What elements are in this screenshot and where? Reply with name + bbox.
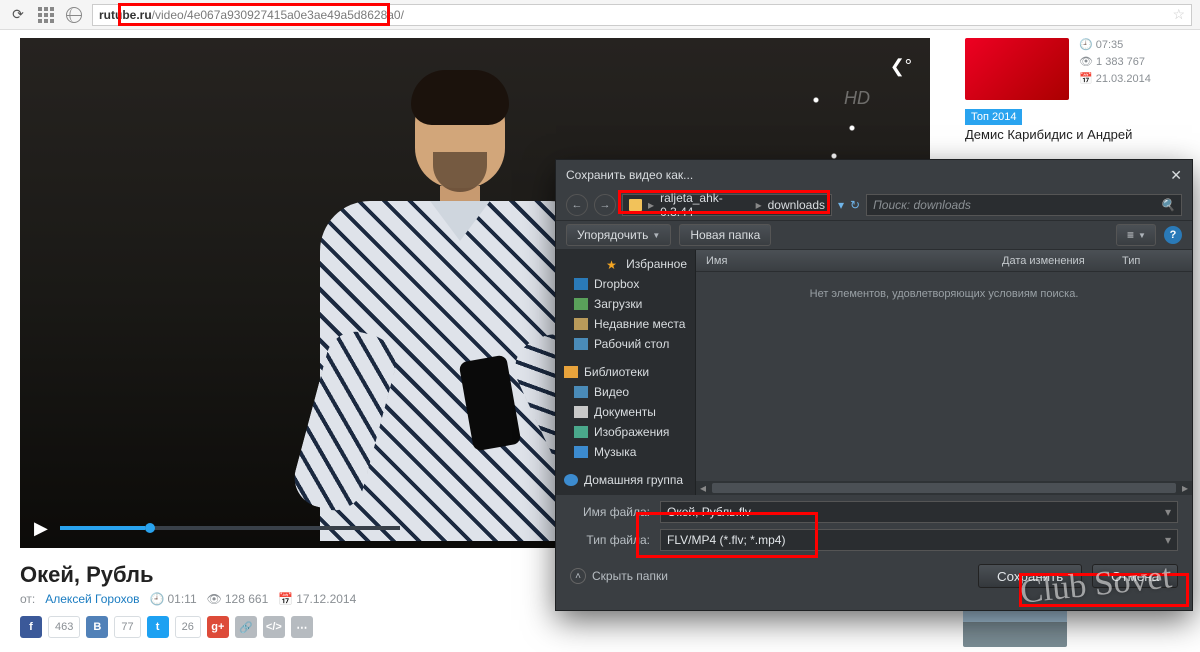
url-path: /video/4e067a930927415a0e3ae49a5d8628a0/	[152, 8, 404, 22]
file-list[interactable]: Имя Дата изменения Тип Нет элементов, уд…	[696, 250, 1192, 495]
filetype-label: Тип файла:	[570, 533, 650, 547]
dialog-footer: ˄Скрыть папки Сохранить Отмена	[556, 557, 1192, 595]
folder-icon	[629, 199, 642, 211]
upload-date: 📅 17.12.2014	[278, 592, 356, 606]
duration: 🕘 01:11	[150, 592, 197, 606]
reload-icon[interactable]: ⟳	[8, 5, 28, 25]
dialog-toolbar: Упорядочить▼ Новая папка ≡ ▼ ?	[556, 220, 1192, 250]
rec-badge: Топ 2014	[965, 109, 1022, 125]
col-date[interactable]: Дата изменения	[992, 255, 1112, 267]
views: 👁 128 661	[207, 592, 269, 606]
view-button[interactable]: ≡ ▼	[1116, 224, 1156, 246]
globe-icon	[64, 5, 84, 25]
crumb-2[interactable]: downloads	[768, 198, 825, 212]
dialog-nav: ← → ▸ raljeta_ahk-0.3.44▸ downloads ▾ ↻ …	[556, 190, 1192, 220]
share-fb-button[interactable]: f	[20, 616, 42, 638]
dialog-title: Сохранить видео как...	[566, 168, 693, 182]
crumb-1[interactable]: raljeta_ahk-0.3.44	[660, 191, 750, 219]
filename-input[interactable]: Окей, Рубль.flv▾	[660, 501, 1178, 523]
share-vk-count: 77	[114, 616, 140, 638]
play-button[interactable]: ▶	[34, 518, 48, 539]
share-more-button[interactable]: ⋯	[291, 616, 313, 638]
search-placeholder: Поиск: downloads	[873, 198, 971, 212]
empty-message: Нет элементов, удовлетворяющих условиям …	[696, 288, 1192, 300]
share-embed-button[interactable]: </>	[263, 616, 285, 638]
recommendation-1[interactable]: 🕘 07:35 👁 1 383 767 📅 21.03.2014	[965, 38, 1180, 100]
share-fb-count: 463	[48, 616, 80, 638]
save-button[interactable]: Сохранить	[978, 564, 1082, 588]
filetype-select[interactable]: FLV/MP4 (*.flv; *.mp4)▾	[660, 529, 1178, 551]
share-gp-button[interactable]: g+	[207, 616, 229, 638]
share-tw-button[interactable]: t	[147, 616, 169, 638]
rec-meta: 🕘 07:35 👁 1 383 767 📅 21.03.2014	[1079, 38, 1151, 100]
address-bar[interactable]: rutube.ru/video/4e067a930927415a0e3ae49a…	[92, 4, 1192, 26]
rec-title[interactable]: Демис Карибидис и Андрей	[965, 127, 1180, 142]
new-folder-button[interactable]: Новая папка	[679, 224, 771, 246]
from-label: от:	[20, 592, 35, 606]
share-icon[interactable]: ❮°	[890, 56, 912, 77]
dialog-fields: Имя файла: Окей, Рубль.flv▾ Тип файла: F…	[556, 495, 1192, 557]
forward-button[interactable]: →	[594, 194, 616, 216]
h-scrollbar[interactable]: ◂▸	[696, 481, 1192, 495]
dialog-body: ★Избранное Dropbox Загрузки Недавние мес…	[556, 250, 1192, 495]
nav-tree[interactable]: ★Избранное Dropbox Загрузки Недавние мес…	[556, 250, 696, 495]
breadcrumb[interactable]: ▸ raljeta_ahk-0.3.44▸ downloads	[622, 194, 832, 216]
breadcrumb-dropdown-icon[interactable]: ▾	[838, 198, 844, 212]
share-tw-count: 26	[175, 616, 201, 638]
columns-header[interactable]: Имя Дата изменения Тип	[696, 250, 1192, 272]
search-input[interactable]: Поиск: downloads 🔍	[866, 194, 1182, 216]
save-dialog: Сохранить видео как... ✕ ← → ▸ raljeta_a…	[556, 160, 1192, 610]
refresh-icon[interactable]: ↻	[850, 198, 860, 212]
col-name[interactable]: Имя	[696, 255, 992, 267]
author-link[interactable]: Алексей Горохов	[45, 592, 139, 606]
url-host: rutube.ru	[99, 8, 152, 22]
bookmark-icon[interactable]: ☆	[1172, 6, 1185, 23]
col-type[interactable]: Тип	[1112, 255, 1192, 267]
filename-label: Имя файла:	[570, 505, 650, 519]
share-row: f 463 B 77 t 26 g+ 🔗 </> ⋯	[20, 616, 945, 638]
cancel-button[interactable]: Отмена	[1092, 564, 1178, 588]
browser-toolbar: ⟳ rutube.ru/video/4e067a930927415a0e3ae4…	[0, 0, 1200, 30]
apps-icon[interactable]	[36, 5, 56, 25]
hd-badge: HD	[844, 88, 870, 109]
progress-bar[interactable]	[60, 526, 400, 530]
help-icon[interactable]: ?	[1164, 226, 1182, 244]
share-link-button[interactable]: 🔗	[235, 616, 257, 638]
hide-folders-button[interactable]: ˄Скрыть папки	[570, 568, 668, 584]
share-vk-button[interactable]: B	[86, 616, 108, 638]
close-icon[interactable]: ✕	[1170, 167, 1182, 184]
organize-button[interactable]: Упорядочить▼	[566, 224, 671, 246]
back-button[interactable]: ←	[566, 194, 588, 216]
search-icon[interactable]: 🔍	[1160, 198, 1175, 212]
dialog-titlebar: Сохранить видео как... ✕	[556, 160, 1192, 190]
rec-thumb	[965, 38, 1069, 100]
